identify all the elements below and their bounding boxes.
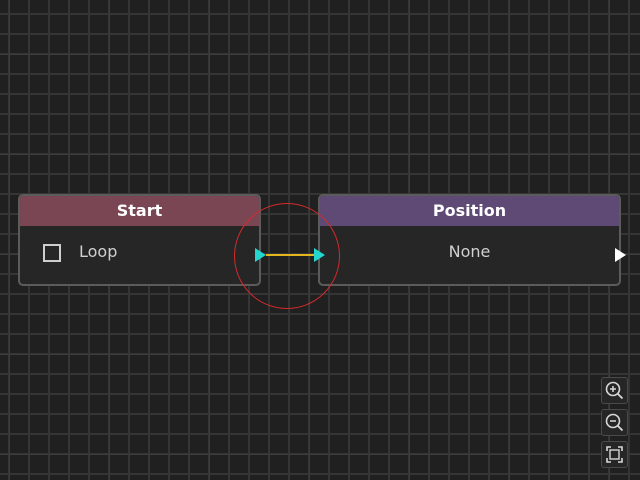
zoom-out-button[interactable]	[601, 409, 628, 436]
zoom-in-icon	[605, 381, 624, 400]
start-node-body: Loop	[20, 226, 259, 284]
position-node[interactable]: Position None	[318, 194, 621, 286]
start-output-port[interactable]	[255, 248, 266, 262]
position-node-title: Position	[432, 201, 507, 220]
connection-wire[interactable]	[266, 254, 314, 256]
fit-view-icon	[606, 446, 623, 463]
position-node-body: None	[320, 226, 619, 284]
position-node-header[interactable]: Position	[320, 196, 619, 226]
zoom-out-icon	[605, 413, 624, 432]
loop-checkbox-label: Loop	[79, 242, 118, 261]
position-value: None	[448, 242, 491, 261]
position-output-port[interactable]	[615, 248, 626, 262]
loop-checkbox[interactable]	[43, 244, 61, 262]
zoom-in-button[interactable]	[601, 377, 628, 404]
fit-view-button[interactable]	[601, 441, 628, 468]
start-node-header[interactable]: Start	[20, 196, 259, 226]
position-input-port[interactable]	[314, 248, 325, 262]
start-node-title: Start	[116, 201, 163, 220]
start-node[interactable]: Start Loop	[18, 194, 261, 286]
